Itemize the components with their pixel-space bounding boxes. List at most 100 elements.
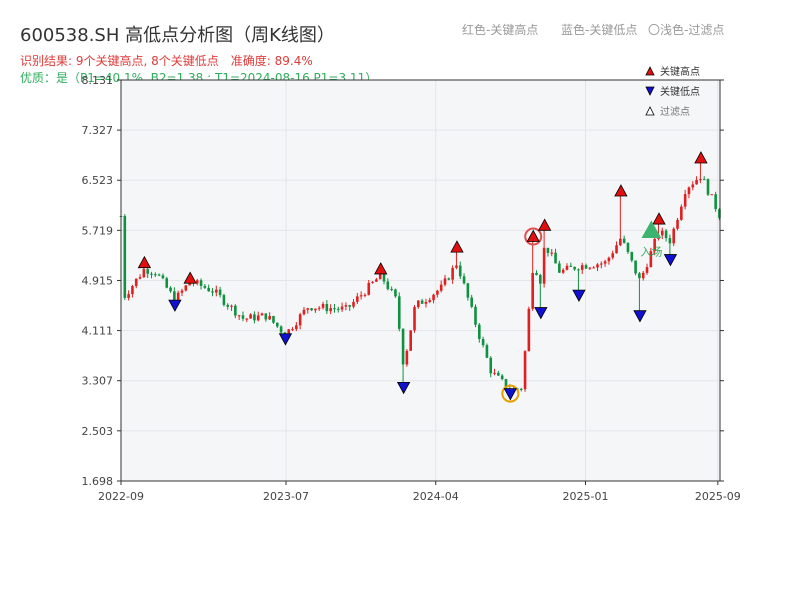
candle-body [131,286,134,295]
candle-body [474,306,477,325]
candle-body [493,372,496,374]
candle-body [550,252,554,254]
candle-body [615,245,618,254]
candle-body [169,287,172,292]
candle-body [599,263,603,265]
candle-body [466,283,470,298]
candle-body [622,238,626,243]
candle-body [641,272,645,279]
candle-body [565,265,569,270]
candle-body [123,216,127,298]
candle-body [150,273,153,275]
candle-body [405,350,409,365]
candle-body [428,300,432,302]
candle-body [447,278,451,280]
candle-body [569,265,573,267]
candle-body [645,267,649,273]
candle-body [344,305,348,307]
candle-body [203,285,207,288]
candle-body [386,281,390,290]
candle-body [314,308,317,311]
candle-body [165,278,169,288]
y-tick-label: 4.915 [82,274,114,287]
legend-high-label: 关键高点 [660,65,700,78]
candle-body [577,269,580,271]
candle-body [199,280,203,286]
candle-body [542,247,546,284]
candle-body [237,315,241,317]
candle-body [146,269,149,274]
candle-body [699,179,702,181]
candle-body [561,269,565,273]
candle-body [226,304,230,307]
candle-body [336,308,340,310]
candle-body [500,375,504,380]
candle-body [275,322,279,327]
candle-body [603,261,607,264]
candle-body [451,267,454,280]
entry-label: 入场 [640,245,662,259]
candle-body [333,308,336,310]
legend-low-label: 关键低点 [660,85,700,98]
candle-body [489,357,493,374]
candle-body [321,303,325,308]
candle-body [279,326,283,333]
candle-body [497,372,500,376]
candle-body [234,305,237,316]
candle-body [295,325,298,330]
candle-body [607,257,611,262]
candle-body [298,314,302,326]
candle-body [291,329,294,331]
candle-body [245,318,249,320]
candle-body [535,273,538,276]
candle-body [714,194,717,210]
candle-body [546,247,550,253]
candle-body [710,194,714,196]
candle-body [596,264,599,268]
x-tick-label: 2022-09 [98,490,144,503]
candle-body [184,285,188,291]
candle-body [367,282,371,295]
x-tick-label: 2025-01 [563,490,609,503]
candle-body [702,179,706,181]
candle-body [417,300,420,308]
candle-body [268,316,271,320]
candle-body [317,307,321,309]
candle-body [134,278,138,287]
candle-body [371,281,374,283]
candle-body [310,308,313,311]
candle-body [478,324,481,340]
candle-body [584,265,588,269]
candle-body [619,238,622,246]
candle-body [302,309,306,315]
candle-body [157,274,161,276]
candle-body [401,328,405,365]
x-tick-label: 2025-09 [695,490,741,503]
candle-body [443,278,447,285]
y-tick-label: 2.503 [82,425,114,438]
candle-body [531,273,534,309]
legend-filtered-label: 过滤点 [660,105,690,118]
y-tick-label: 6.523 [82,174,114,187]
candle-body [211,291,214,293]
legend-high-icon [645,66,655,76]
candle-body [325,303,329,312]
candle-body [390,289,393,291]
candle-body [413,307,416,331]
candle-body [253,314,256,321]
candle-body [359,295,363,297]
candle-body [539,275,542,284]
candle-body [634,260,637,274]
candle-body [218,289,222,296]
candle-body [420,300,424,304]
candle-body [485,345,489,358]
candle-body [409,330,412,351]
candle-body [260,313,264,316]
candle-body [660,230,664,236]
chart-svg: 8.131 7.327 6.523 5.719 4.915 4.111 3.307 2.503… [82,65,741,503]
candle-body [554,252,557,264]
candle-body [356,296,359,302]
candle-body [481,339,485,346]
candle-body [611,253,615,258]
candle-body [558,263,561,273]
